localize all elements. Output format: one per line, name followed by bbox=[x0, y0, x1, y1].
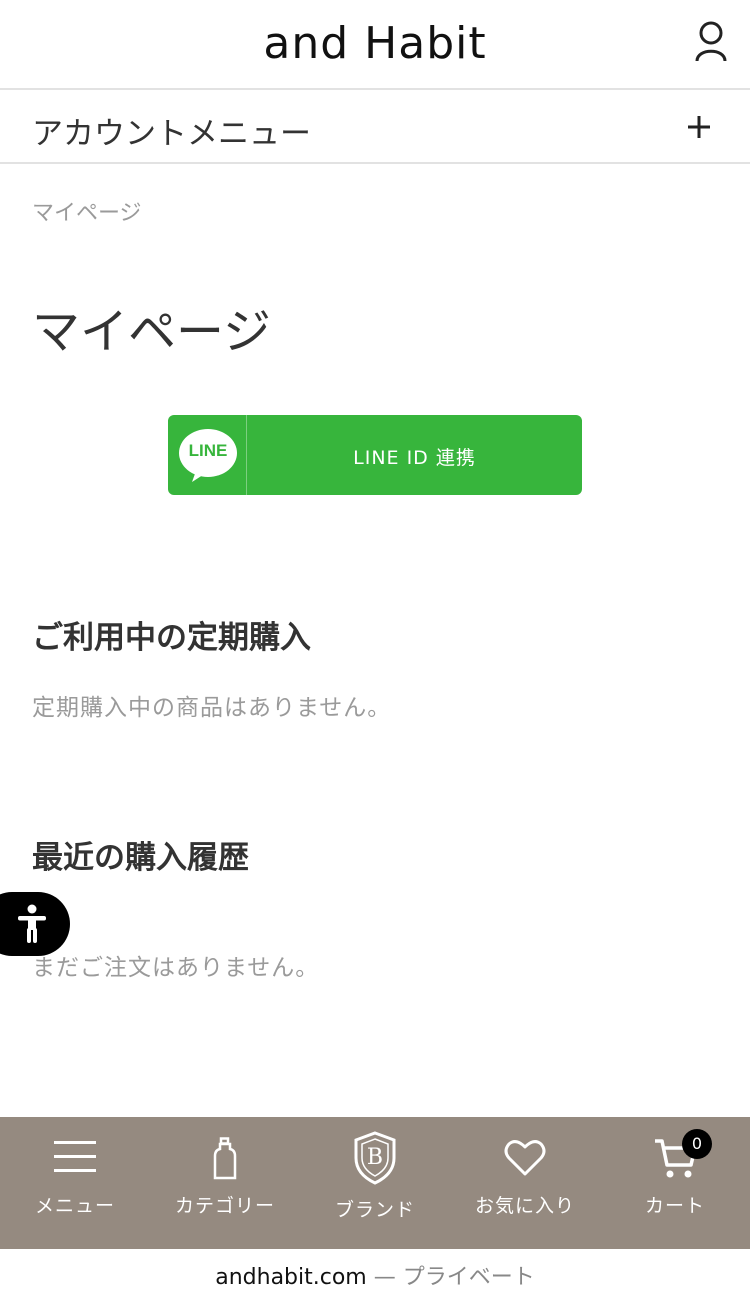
nav-item-brand[interactable]: B ブランド bbox=[300, 1117, 450, 1249]
page-title: マイページ bbox=[32, 304, 272, 360]
subscriptions-title: ご利用中の定期購入 bbox=[32, 620, 311, 656]
cart-count-badge: 0 bbox=[682, 1129, 712, 1159]
line-logo-text: LINE bbox=[188, 441, 228, 460]
nav-label-menu: メニュー bbox=[34, 1195, 115, 1217]
site-logo[interactable]: and Habit bbox=[0, 18, 750, 69]
nav-label-cart: カート bbox=[644, 1195, 705, 1217]
plus-icon bbox=[688, 116, 710, 138]
browser-url-bar[interactable]: andhabit.com — プライベート bbox=[0, 1249, 750, 1294]
bottom-nav: メニュー カテゴリー B ブランド お気に入り 0 カート bbox=[0, 1117, 750, 1249]
account-menu-label: アカウントメニュー bbox=[32, 116, 311, 152]
breadcrumb: マイページ bbox=[32, 201, 142, 226]
subscriptions-empty-text: 定期購入中の商品はありません。 bbox=[32, 695, 392, 721]
line-id-link-button[interactable]: LINE LINE ID 連携 bbox=[168, 415, 582, 495]
line-button-label: LINE ID 連携 bbox=[353, 447, 476, 469]
user-icon[interactable] bbox=[694, 20, 728, 62]
private-mode-label: プライベート bbox=[402, 1265, 535, 1290]
account-menu-toggle[interactable]: アカウントメニュー bbox=[0, 92, 750, 164]
heart-icon bbox=[504, 1140, 546, 1176]
accessibility-icon bbox=[18, 904, 46, 943]
bottle-icon bbox=[213, 1137, 237, 1180]
nav-item-cart[interactable]: 0 カート bbox=[600, 1117, 750, 1249]
hamburger-icon bbox=[54, 1141, 96, 1172]
recent-orders-title: 最近の購入履歴 bbox=[32, 840, 249, 876]
brand-shield-letter: B bbox=[366, 1145, 384, 1170]
nav-label-favorites: お気に入り bbox=[474, 1195, 575, 1217]
site-header: and Habit bbox=[0, 0, 750, 90]
nav-item-category[interactable]: カテゴリー bbox=[150, 1117, 300, 1249]
accessibility-button[interactable] bbox=[0, 892, 70, 956]
recent-orders-empty-text: まだご注文はありません。 bbox=[32, 955, 320, 981]
nav-label-brand: ブランド bbox=[334, 1199, 415, 1221]
nav-item-menu[interactable]: メニュー bbox=[0, 1117, 150, 1249]
nav-item-favorites[interactable]: お気に入り bbox=[450, 1117, 600, 1249]
nav-label-category: カテゴリー bbox=[174, 1195, 275, 1217]
url-domain: andhabit.com bbox=[215, 1265, 367, 1290]
url-separator: — bbox=[373, 1265, 396, 1290]
